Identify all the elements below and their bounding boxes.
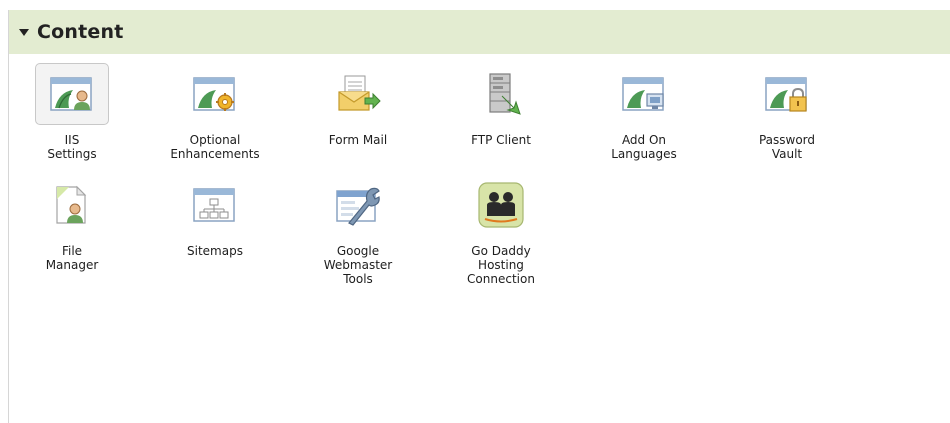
tool-label-line: Form Mail bbox=[328, 133, 388, 147]
optional-enhancements-icon[interactable] bbox=[178, 63, 252, 125]
tool-label-line: Connection bbox=[467, 272, 535, 286]
tool-google-webmaster-tools[interactable]: Google Webmaster Tools bbox=[303, 174, 413, 286]
section-title: Content bbox=[37, 21, 124, 43]
tool-label-line: Go Daddy bbox=[471, 244, 531, 258]
tool-label-line: Google bbox=[336, 244, 380, 258]
content-section-header[interactable]: Content bbox=[9, 10, 950, 54]
tool-label-line: FTP Client bbox=[471, 133, 531, 147]
tool-label-line: File bbox=[61, 244, 83, 258]
sitemaps-icon[interactable] bbox=[178, 174, 252, 236]
collapse-arrow-icon[interactable] bbox=[19, 29, 29, 36]
tool-add-on-languages[interactable]: Add On Languages bbox=[589, 63, 699, 161]
tool-password-vault[interactable]: Password Vault bbox=[732, 63, 842, 161]
tool-label-line: Vault bbox=[771, 147, 803, 161]
tool-label: File Manager bbox=[17, 244, 127, 272]
tools-grid: IIS Settings Optional Enhancements Form … bbox=[9, 54, 950, 423]
tool-form-mail[interactable]: Form Mail bbox=[303, 63, 413, 147]
tool-file-manager[interactable]: File Manager bbox=[17, 174, 127, 272]
tool-ftp-client[interactable]: FTP Client bbox=[446, 63, 556, 147]
tool-label-line: Password bbox=[758, 133, 816, 147]
tool-label-line: Webmaster bbox=[323, 258, 393, 272]
tool-label-line: Settings bbox=[47, 147, 97, 161]
tool-label: Form Mail bbox=[303, 133, 413, 147]
tool-label-line: IIS bbox=[64, 133, 80, 147]
google-webmaster-tools-icon[interactable] bbox=[321, 174, 395, 236]
tool-label: Add On Languages bbox=[589, 133, 699, 161]
tool-label-line: Sitemaps bbox=[187, 244, 243, 258]
password-vault-icon[interactable] bbox=[750, 63, 824, 125]
tool-optional-enhancements[interactable]: Optional Enhancements bbox=[160, 63, 270, 161]
tool-label-line: Manager bbox=[45, 258, 99, 272]
file-manager-icon[interactable] bbox=[35, 174, 109, 236]
tool-go-daddy-hosting-connection[interactable]: Go Daddy Hosting Connection bbox=[446, 174, 556, 286]
tool-label: Go Daddy Hosting Connection bbox=[446, 244, 556, 286]
form-mail-icon[interactable] bbox=[321, 63, 395, 125]
tool-label: IIS Settings bbox=[17, 133, 127, 161]
tool-label: Optional Enhancements bbox=[160, 133, 270, 161]
add-on-languages-icon[interactable] bbox=[607, 63, 681, 125]
tool-label-line: Enhancements bbox=[170, 147, 260, 161]
tool-label-line: Hosting bbox=[478, 258, 524, 272]
tool-label-line: Optional bbox=[189, 133, 241, 147]
ftp-client-icon[interactable] bbox=[464, 63, 538, 125]
tool-label: FTP Client bbox=[446, 133, 556, 147]
tool-label-line: Tools bbox=[343, 272, 373, 286]
tool-label-line: Add On bbox=[621, 133, 667, 147]
tool-label-line: Languages bbox=[611, 147, 677, 161]
tool-sitemaps[interactable]: Sitemaps bbox=[160, 174, 270, 258]
tool-label: Password Vault bbox=[732, 133, 842, 161]
go-daddy-hosting-connection-icon[interactable] bbox=[464, 174, 538, 236]
tool-label: Sitemaps bbox=[160, 244, 270, 258]
tool-iis-settings[interactable]: IIS Settings bbox=[17, 63, 127, 161]
iis-settings-icon[interactable] bbox=[35, 63, 109, 125]
tool-label: Google Webmaster Tools bbox=[303, 244, 413, 286]
content-panel: Content IIS Settings Optional Enhancemen… bbox=[8, 10, 950, 423]
